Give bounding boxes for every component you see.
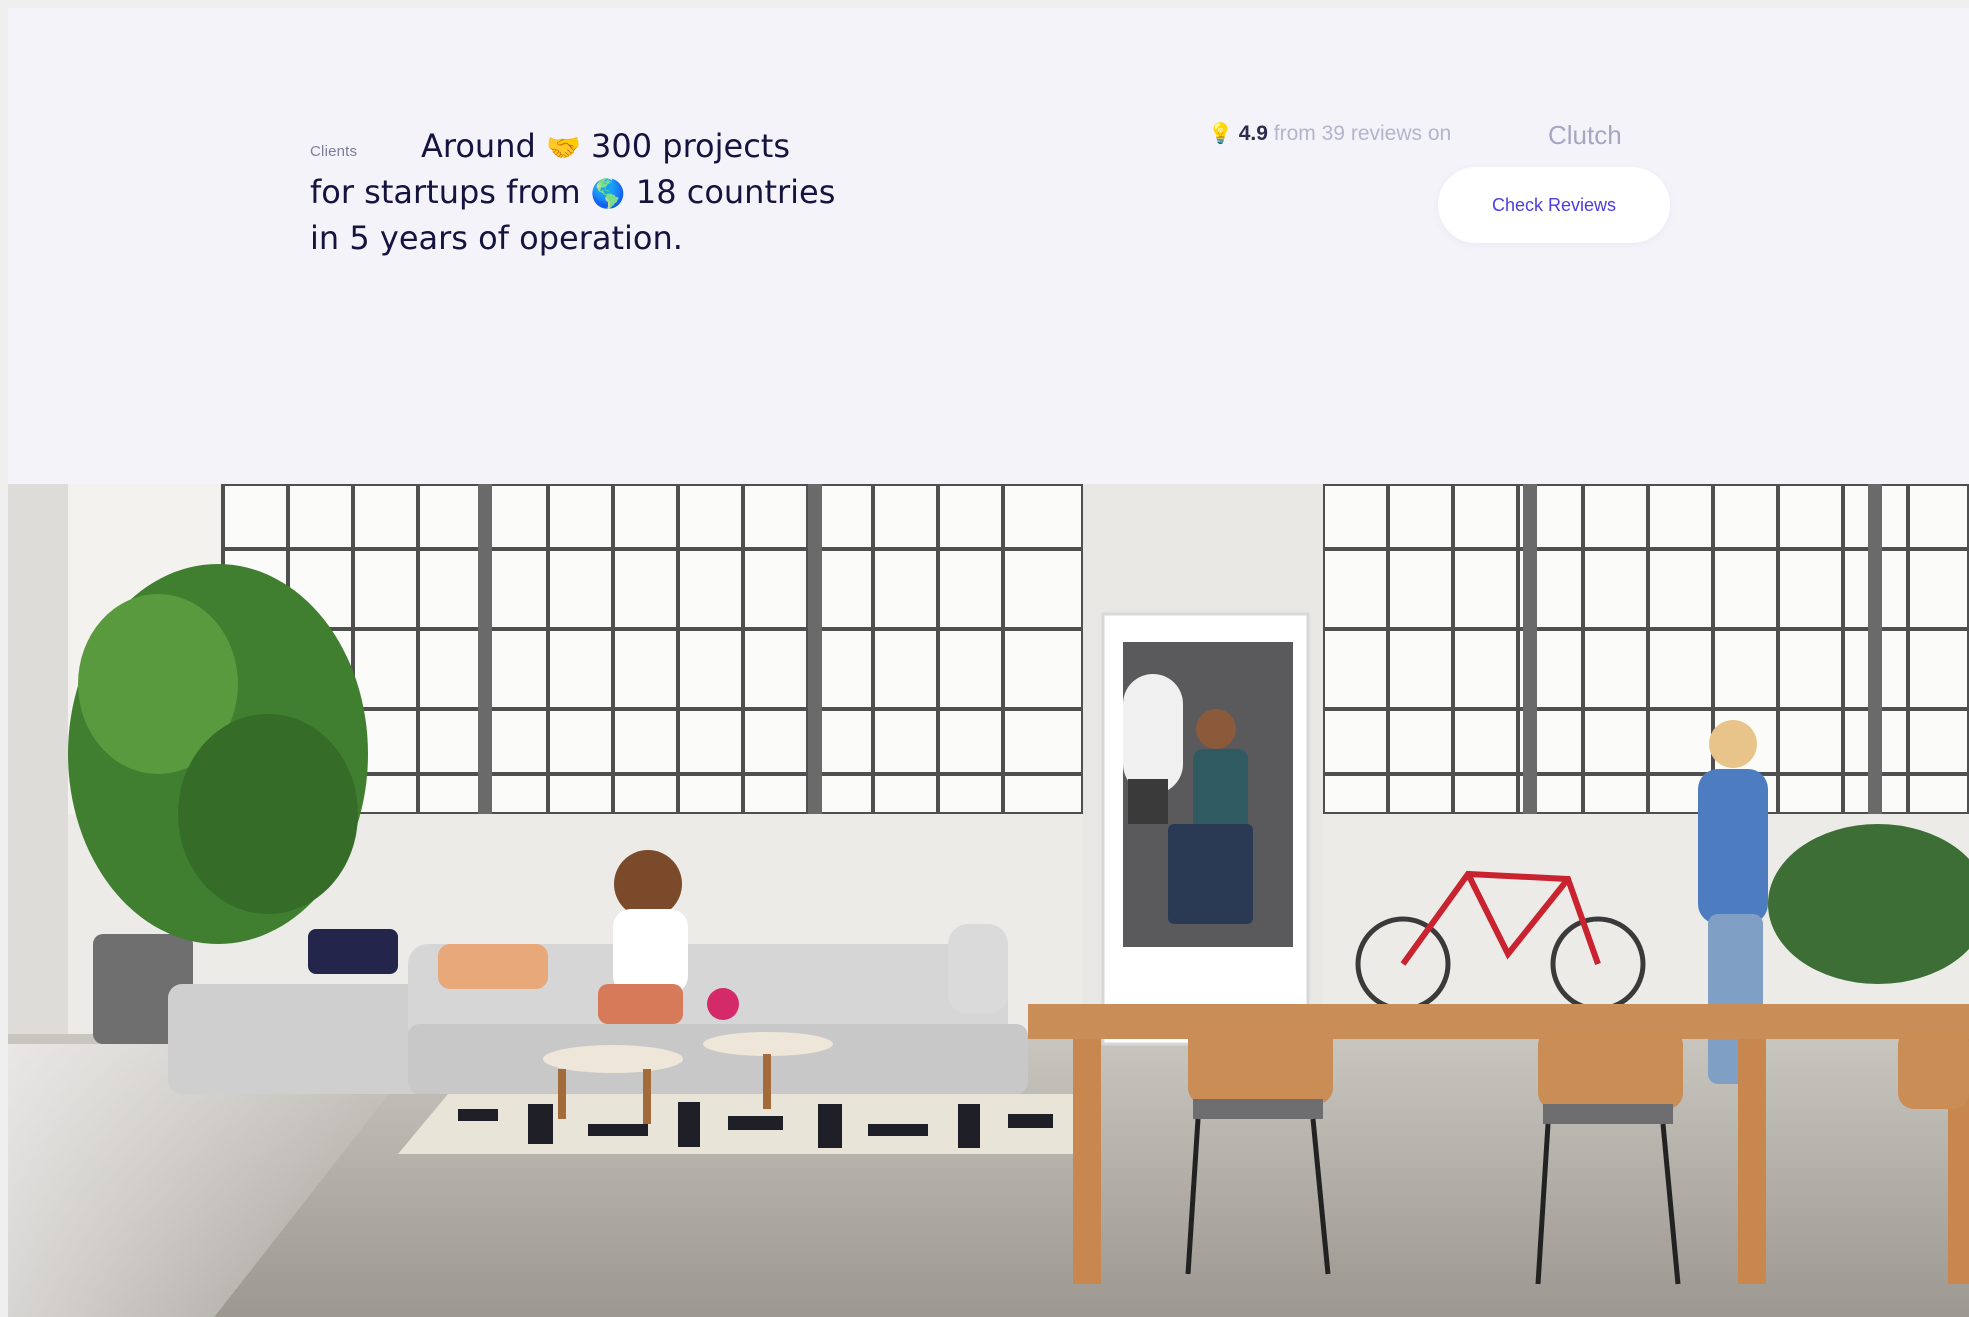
page: Clients Around 🤝 300 projects for startu… [8,8,1969,1317]
lightbulb-icon: 💡 [1208,123,1233,145]
handshake-icon: 🤝 [545,131,581,164]
headline-text: 300 projects [591,127,790,165]
globe-icon: 🌎 [590,177,626,210]
rating-score: 4.9 [1238,122,1268,145]
check-reviews-button[interactable]: Check Reviews [1438,167,1670,243]
headline-text: in 5 years of operation. [310,219,683,257]
office-photo [8,484,1969,1317]
clients-section: Clients Around 🤝 300 projects for startu… [8,8,1969,484]
clients-headline: Around 🤝 300 projects for startups from … [310,124,950,261]
headline-text: Around [421,127,536,165]
headline-text: for startups from [310,173,581,211]
rating-summary: 💡 4.9 from 39 reviews on [1208,121,1451,146]
headline-text: 18 countries [635,173,836,211]
rating-text: from 39 reviews on [1273,122,1452,145]
office-photo-illustration [8,484,1969,1317]
clutch-logo[interactable]: Clutch [1548,120,1622,151]
